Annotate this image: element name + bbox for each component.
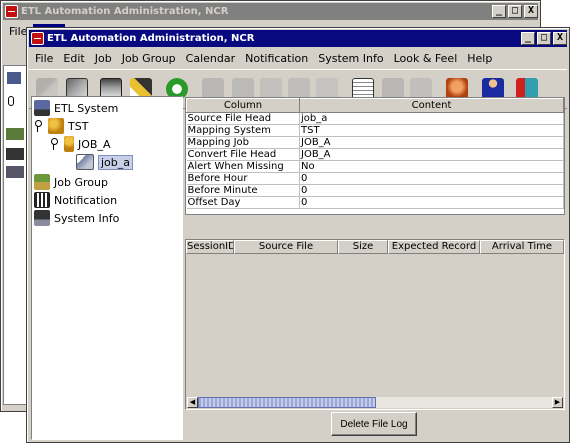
menu-look-feel[interactable]: Look & Feel xyxy=(390,51,464,66)
table-row[interactable]: Offset Day 0 xyxy=(186,196,564,209)
tree-system[interactable]: TST xyxy=(34,117,88,135)
source-file-header[interactable]: Source File xyxy=(234,240,338,254)
menu-notification[interactable]: Notification xyxy=(241,51,314,66)
row-key: Source File Head xyxy=(186,112,300,125)
back-key-icon xyxy=(8,96,14,106)
close-icon[interactable]: X xyxy=(553,32,567,45)
menu-edit[interactable]: Edit xyxy=(59,51,90,66)
system-info-icon xyxy=(34,210,50,226)
expand-key-icon xyxy=(34,120,42,132)
menu-help[interactable]: Help xyxy=(463,51,498,66)
tree-leaf[interactable]: job_a xyxy=(76,153,134,171)
people-icon xyxy=(48,118,64,134)
table-row[interactable]: Source File Head job_a xyxy=(186,112,564,125)
row-key: Alert When Missing xyxy=(186,160,300,173)
notification-icon xyxy=(34,192,50,208)
row-value[interactable]: No xyxy=(299,160,564,173)
table-row[interactable]: Convert File Head JOB_A xyxy=(186,148,564,161)
row-key: Before Minute xyxy=(186,184,300,197)
delete-file-log-button[interactable]: Delete File Log xyxy=(331,412,417,436)
tree-notification[interactable]: Notification xyxy=(34,191,117,209)
minimize-icon[interactable]: _ xyxy=(492,5,506,18)
log-header: SessionID Source File Size Expected Reco… xyxy=(186,240,564,254)
minimize-icon[interactable]: _ xyxy=(521,32,535,45)
table-row[interactable]: Mapping Job JOB_A xyxy=(186,136,564,149)
tree-job-group[interactable]: Job Group xyxy=(34,173,108,191)
session-id-header[interactable]: SessionID xyxy=(186,240,234,254)
row-value[interactable]: 0 xyxy=(299,196,564,209)
close-icon[interactable]: X xyxy=(524,5,538,18)
table-row[interactable]: Mapping System TST xyxy=(186,124,564,137)
main-titlebar[interactable]: ETL Automation Administration, NCR _ □ X xyxy=(29,30,567,47)
tree-job[interactable]: JOB_A xyxy=(50,135,110,153)
back-window-title: ETL Automation Administration, NCR xyxy=(21,6,229,17)
scroll-track[interactable] xyxy=(198,397,552,408)
tree-job-group-label: Job Group xyxy=(54,175,108,189)
row-key: Mapping Job xyxy=(186,136,300,149)
main-window: ETL Automation Administration, NCR _ □ X… xyxy=(26,27,570,443)
file-log-table: SessionID Source File Size Expected Reco… xyxy=(185,239,565,410)
person-icon xyxy=(64,136,74,152)
table-row[interactable]: Before Minute 0 xyxy=(186,184,564,197)
row-value[interactable]: JOB_A xyxy=(299,136,564,149)
size-header[interactable]: Size xyxy=(338,240,388,254)
tree-system-info[interactable]: System Info xyxy=(34,209,119,227)
tree-job-label: JOB_A xyxy=(78,137,111,151)
expected-record-header[interactable]: Expected Record xyxy=(388,240,480,254)
back-notify-icon xyxy=(6,148,24,160)
arrival-time-header[interactable]: Arrival Time xyxy=(480,240,564,254)
menu-system-info[interactable]: System Info xyxy=(314,51,389,66)
menu-file[interactable]: File xyxy=(31,51,59,66)
tree-panel: ETL System TST JOB_A job_a Job Group Not… xyxy=(31,96,183,440)
menu-job-group[interactable]: Job Group xyxy=(118,51,182,66)
file-link-icon xyxy=(76,154,94,170)
horizontal-scrollbar[interactable]: ◀ ▶ xyxy=(187,397,563,408)
menu-job[interactable]: Job xyxy=(91,51,118,66)
back-left-strip xyxy=(3,65,27,405)
scroll-left-icon[interactable]: ◀ xyxy=(187,397,198,408)
app-icon xyxy=(31,32,44,45)
row-value[interactable]: 0 xyxy=(299,172,564,185)
properties-rows: Source File Head job_a Mapping System TST … xyxy=(186,112,564,209)
row-key: Before Hour xyxy=(186,172,300,185)
tree-system-label: TST xyxy=(68,119,89,133)
maximize-icon[interactable]: □ xyxy=(537,32,551,45)
content-header[interactable]: Content xyxy=(299,98,564,113)
row-value[interactable]: JOB_A xyxy=(299,148,564,161)
app-icon xyxy=(5,5,18,18)
row-key: Mapping System xyxy=(186,124,300,137)
scroll-thumb[interactable] xyxy=(198,397,376,408)
scroll-right-icon[interactable]: ▶ xyxy=(552,397,563,408)
job-group-icon xyxy=(34,174,50,190)
table-row[interactable]: Alert When Missing No xyxy=(186,160,564,173)
row-value[interactable]: 0 xyxy=(299,184,564,197)
window-title: ETL Automation Administration, NCR xyxy=(47,33,255,44)
tree-system-info-label: System Info xyxy=(54,211,120,225)
tree-notification-label: Notification xyxy=(54,193,118,207)
row-value[interactable]: TST xyxy=(299,124,564,137)
computer-icon xyxy=(34,100,50,116)
tree-leaf-label: job_a xyxy=(98,154,134,170)
row-key: Offset Day xyxy=(186,196,300,209)
column-header[interactable]: Column xyxy=(186,98,300,113)
row-value[interactable]: job_a xyxy=(299,112,564,125)
back-titlebar[interactable]: ETL Automation Administration, NCR _ □ X xyxy=(3,3,538,20)
menu-calendar[interactable]: Calendar xyxy=(182,51,241,66)
table-row[interactable]: Before Hour 0 xyxy=(186,172,564,185)
properties-table: Column Content Source File Head job_a Map… xyxy=(185,97,565,215)
back-etl-icon xyxy=(7,72,21,84)
tree-root-label: ETL System xyxy=(54,101,119,115)
back-group-icon xyxy=(6,128,24,140)
row-key: Convert File Head xyxy=(186,148,300,161)
expand-key-icon xyxy=(50,138,58,150)
menubar: File Edit Job Job Group Calendar Notific… xyxy=(29,48,567,68)
tree-root[interactable]: ETL System xyxy=(34,99,118,117)
maximize-icon[interactable]: □ xyxy=(508,5,522,18)
back-sysinfo-icon xyxy=(6,166,24,178)
